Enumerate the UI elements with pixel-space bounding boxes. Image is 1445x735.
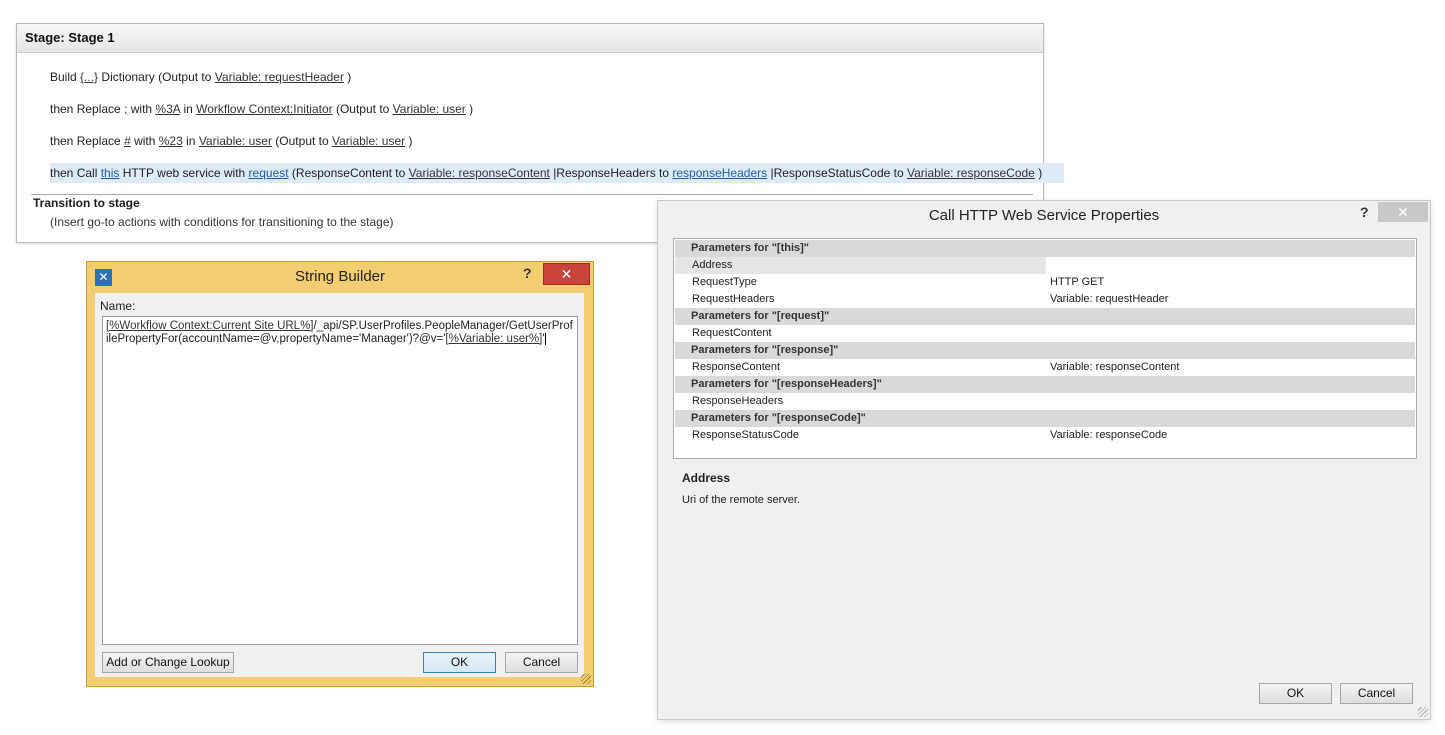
string-builder-title: String Builder [294, 268, 386, 285]
cancel-button[interactable]: Cancel [505, 652, 578, 673]
string-builder-dialog: ✕ String Builder ? ✕ Name: [%Workflow Co… [86, 261, 594, 687]
string-textarea[interactable]: [%Workflow Context:Current Site URL%]/_a… [102, 316, 578, 645]
close-button[interactable]: ✕ [1378, 202, 1428, 222]
text-caret [544, 333, 546, 345]
action-text: |ResponseStatusCode to [767, 166, 907, 180]
action-text: in [180, 102, 197, 116]
action-text: in [182, 134, 199, 148]
property-row[interactable]: RequestType HTTP GET [675, 274, 1415, 291]
help-button[interactable]: ? [1360, 204, 1369, 220]
property-row[interactable]: ResponseHeaders [675, 393, 1415, 410]
description-text: Uri of the remote server. [682, 494, 800, 506]
stage-header: Stage: Stage 1 [17, 24, 1043, 53]
action-text: Dictionary (Output to [98, 70, 215, 84]
parameter-group-header: Parameters for "[this]" [675, 240, 1415, 257]
action-text: HTTP web service with [119, 166, 249, 180]
workflow-action[interactable]: then Replace # with %23 in Variable: use… [50, 131, 413, 151]
action-link[interactable]: Workflow Context:Initiator [196, 102, 333, 116]
property-value[interactable]: HTTP GET [1050, 274, 1104, 291]
add-lookup-button[interactable]: Add or Change Lookup [102, 652, 234, 673]
property-name: ResponseContent [692, 361, 781, 373]
action-link[interactable]: Variable: user [393, 102, 466, 116]
ok-button[interactable]: OK [423, 652, 496, 673]
action-text: ) [405, 134, 413, 148]
parameter-group-header: Parameters for "[responseHeaders]" [675, 376, 1415, 393]
action-link[interactable]: responseHeaders [672, 166, 767, 180]
lookup-token[interactable]: [%Workflow Context:Current Site URL%] [106, 320, 314, 332]
property-name: RequestHeaders [692, 293, 775, 305]
workflow-action[interactable]: Build {...} Dictionary (Output to Variab… [50, 67, 351, 87]
action-link[interactable]: request [249, 166, 289, 180]
help-button[interactable]: ? [523, 265, 532, 281]
property-grid: Parameters for "[this]" Address RequestTyp… [673, 238, 1417, 459]
property-row[interactable]: RequestHeaders Variable: requestHeader [675, 291, 1415, 308]
string-builder-body: Name: [%Workflow Context:Current Site UR… [95, 293, 584, 677]
action-link[interactable]: Variable: responseCode [907, 166, 1035, 180]
action-text: (ResponseContent to [288, 166, 409, 180]
property-name: ResponseStatusCode [692, 429, 800, 441]
resize-grip[interactable] [581, 674, 591, 684]
cancel-button[interactable]: Cancel [1340, 683, 1413, 704]
parameter-group-header: Parameters for "[response]" [675, 342, 1415, 359]
lookup-token[interactable]: [%Variable: user%] [445, 333, 542, 345]
http-properties-title: Call HTTP Web Service Properties [928, 207, 1160, 224]
resize-grip[interactable] [1418, 707, 1428, 717]
property-name: Address [692, 259, 733, 271]
property-value[interactable]: Variable: responseContent [1050, 359, 1179, 376]
action-link[interactable]: # [124, 134, 131, 148]
parameter-group-header: Parameters for "[responseCode]" [675, 410, 1415, 427]
action-text: with [130, 134, 159, 148]
action-text: ) [1034, 166, 1043, 180]
action-text: ) [465, 102, 474, 116]
workflow-action[interactable]: then Replace ; with %3A in Workflow Cont… [50, 99, 473, 119]
action-link[interactable]: %23 [159, 134, 183, 148]
action-link[interactable]: Variable: requestHeader [215, 70, 344, 84]
action-link[interactable]: this [101, 166, 120, 180]
close-button[interactable]: ✕ [543, 263, 590, 285]
transition-hint[interactable]: (Insert go-to actions with conditions fo… [50, 215, 394, 229]
action-link[interactable]: Variable: user [332, 134, 405, 148]
parameter-group-header: Parameters for "[request]" [675, 308, 1415, 325]
name-label: Name: [100, 299, 136, 313]
http-properties-dialog: Call HTTP Web Service Properties ? ✕ Par… [657, 200, 1431, 720]
property-row[interactable]: ResponseContent Variable: responseContent [675, 359, 1415, 376]
property-name: RequestContent [692, 327, 772, 339]
property-row[interactable]: RequestContent [675, 325, 1415, 342]
property-name: ResponseHeaders [692, 395, 784, 407]
property-value[interactable]: Variable: requestHeader [1050, 291, 1168, 308]
action-link[interactable]: Variable: user [199, 134, 272, 148]
action-text: with [127, 102, 156, 116]
action-link[interactable]: Variable: responseContent [409, 166, 550, 180]
action-text: then Replace [50, 134, 125, 148]
action-text: |ResponseHeaders to [549, 166, 673, 180]
action-text: (Output to [332, 102, 393, 116]
transition-title: Transition to stage [33, 196, 140, 210]
stage-divider [31, 194, 1033, 195]
description-title: Address [682, 471, 731, 485]
property-row[interactable]: Address [675, 257, 1415, 274]
action-link[interactable]: %3A [155, 102, 180, 116]
property-row[interactable]: ResponseStatusCode Variable: responseCode [675, 427, 1415, 444]
action-text: then Replace [50, 102, 125, 116]
action-text: then Call [50, 166, 101, 180]
action-text: Build [50, 70, 81, 84]
action-text: (Output to [271, 134, 332, 148]
ok-button[interactable]: OK [1259, 683, 1332, 704]
action-link[interactable]: {...} [80, 70, 98, 84]
property-value[interactable]: Variable: responseCode [1050, 427, 1167, 444]
workflow-action[interactable]: then Call this HTTP web service with req… [50, 163, 1065, 183]
action-text: ) [343, 70, 352, 84]
property-name: RequestType [692, 276, 757, 288]
